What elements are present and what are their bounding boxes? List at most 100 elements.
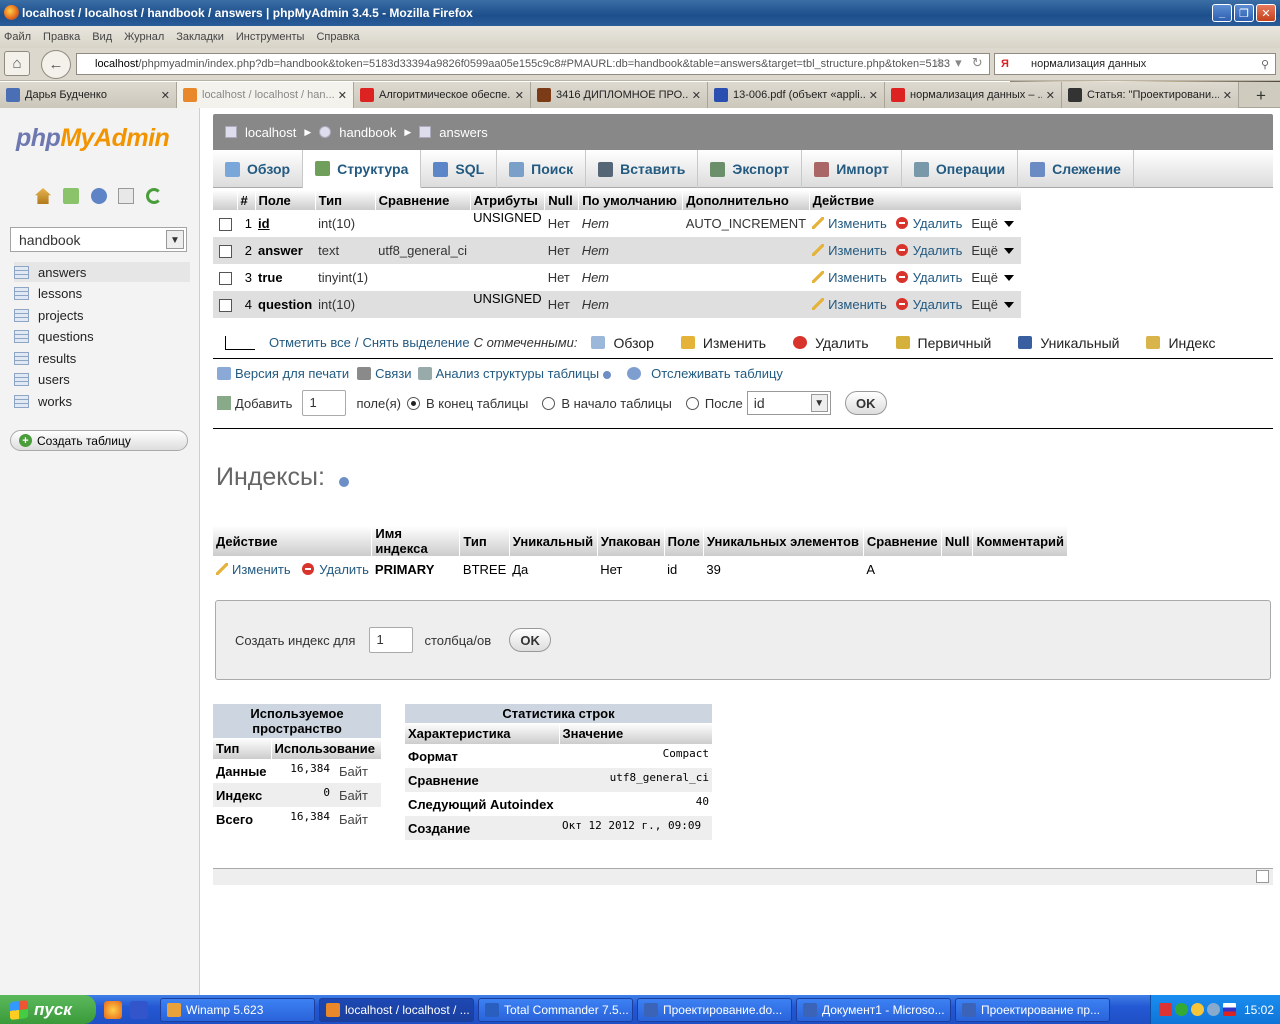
save-icon[interactable] [130,1000,148,1019]
field-drop-link[interactable]: Удалить [895,243,962,258]
taskbar-item[interactable]: Документ1 - Microso... [796,997,951,1022]
browser-tab[interactable]: localhost / localhost / han... ✕ [177,82,354,108]
firefox-icon[interactable] [104,1000,122,1019]
taskbar-item[interactable]: Проектирование.do... [637,997,792,1022]
browser-tab[interactable]: нормализация данных – ... ✕ [885,82,1062,108]
breadcrumb-database[interactable]: handbook [319,125,396,140]
sidebar-table-users[interactable]: users [14,370,190,390]
row-checkbox[interactable] [218,299,232,313]
sidebar-table-works[interactable]: works [14,391,190,411]
tab-browse[interactable]: Обзор [213,150,304,188]
tab-close-icon[interactable]: ✕ [161,89,170,102]
tab-close-icon[interactable]: ✕ [1223,89,1232,102]
help-icon[interactable] [603,371,612,379]
field-more-dropdown[interactable]: Ещё [971,216,1014,231]
radio-after[interactable] [685,396,699,410]
create-table-button[interactable]: + Создать таблицу [10,430,188,451]
browser-tab[interactable]: Алгоритмическое обеспе... ✕ [354,82,531,108]
tab-export[interactable]: Экспорт [698,150,803,188]
magnifier-icon[interactable]: ⚲ [1261,58,1269,71]
tab-insert[interactable]: Вставить [586,150,699,188]
after-field-select[interactable]: id ▼ [746,391,831,415]
field-edit-link[interactable]: Изменить [812,216,887,231]
docs-icon[interactable] [118,188,134,204]
selected-unique-button[interactable]: Уникальный [1018,335,1119,351]
browser-tab[interactable]: Статья: "Проектировани... ✕ [1062,82,1239,108]
taskbar-item[interactable]: Winamp 5.623 [160,997,315,1022]
print-view-link[interactable]: Версия для печати [235,366,349,381]
minimize-button[interactable]: _ [1212,4,1232,22]
row-checkbox[interactable] [218,245,232,259]
menu-tools[interactable]: Инструменты [236,31,305,43]
browser-tab[interactable]: 13-006.pdf (объект «appli... ✕ [708,82,885,108]
back-button[interactable]: ← [41,50,71,79]
tab-structure[interactable]: Структура [303,150,422,188]
tray-icon-3[interactable] [1191,1003,1204,1016]
row-checkbox[interactable] [218,218,232,232]
tab-close-icon[interactable]: ✕ [692,89,701,102]
breadcrumb-server[interactable]: localhost [225,125,296,140]
dropdown-icon[interactable]: ▾ [955,55,962,73]
index-edit-link[interactable]: Изменить [216,562,291,577]
tab-tracking[interactable]: Слежение [1018,150,1134,188]
field-drop-link[interactable]: Удалить [895,216,962,231]
relations-link[interactable]: Связи [375,366,411,381]
menu-help[interactable]: Справка [316,31,359,43]
track-table-link[interactable]: Отслеживать таблицу [651,366,783,381]
tab-close-icon[interactable]: ✕ [1046,89,1055,102]
exit-icon[interactable] [63,188,79,204]
tab-close-icon[interactable]: ✕ [869,89,878,102]
check-all-link[interactable]: Отметить все [269,335,351,350]
selected-primary-button[interactable]: Первичный [895,335,991,351]
tab-operations[interactable]: Операции [902,150,1019,188]
field-drop-link[interactable]: Удалить [895,270,962,285]
database-select[interactable]: handbook ▼ [10,227,187,252]
index-columns-input[interactable]: 1 [369,627,414,653]
close-button[interactable]: ✕ [1256,4,1276,22]
tab-close-icon[interactable]: ✕ [515,89,524,102]
uncheck-all-link[interactable]: Снять выделение [362,335,469,350]
taskbar-item[interactable]: Total Commander 7.5... [478,997,633,1022]
new-window-icon[interactable] [1256,870,1269,883]
language-flag-icon[interactable] [1223,1003,1236,1016]
row-checkbox[interactable] [218,272,232,286]
menu-history[interactable]: Журнал [124,31,164,43]
sidebar-table-lessons[interactable]: lessons [14,284,190,304]
radio-at-end[interactable] [406,396,420,410]
field-edit-link[interactable]: Изменить [812,243,887,258]
star-icon[interactable]: ☆ [933,55,945,73]
menu-edit[interactable]: Правка [43,31,80,43]
taskbar-item[interactable]: Проектирование пр... [955,997,1110,1022]
field-more-dropdown[interactable]: Ещё [971,297,1014,312]
taskbar-item[interactable]: localhost / localhost / ... [319,997,474,1022]
reload-icon[interactable] [146,188,162,204]
new-tab-icon[interactable]: + [1256,86,1266,106]
selected-edit-button[interactable]: Изменить [680,335,766,351]
tab-sql[interactable]: SQL [421,150,498,188]
create-index-ok-button[interactable]: OK [509,628,552,652]
col-header-field[interactable]: Поле [255,190,316,210]
search-input[interactable]: Я нормализация данных ⚲ [994,53,1276,75]
breadcrumb-table[interactable]: answers [419,125,488,140]
sidebar-table-answers[interactable]: answers [14,262,190,282]
phpmyadmin-logo[interactable]: phpMyAdmin [16,124,170,153]
selected-drop-button[interactable]: Удалить [793,335,869,351]
sidebar-table-questions[interactable]: questions [14,327,190,347]
tray-icon-2[interactable] [1175,1003,1188,1016]
tab-search[interactable]: Поиск [497,150,587,188]
field-drop-link[interactable]: Удалить [895,297,962,312]
field-more-dropdown[interactable]: Ещё [971,243,1014,258]
help-icon[interactable] [338,477,349,487]
maximize-button[interactable]: ❐ [1234,4,1254,22]
browser-tab[interactable]: 3416 ДИПЛОМНОЕ ПРО... ✕ [531,82,708,108]
tab-import[interactable]: Импорт [802,150,902,188]
selected-browse-button[interactable]: Обзор [591,335,654,351]
tab-close-icon[interactable]: ✕ [338,89,347,102]
url-input[interactable]: localhost/phpmyadmin/index.php?db=handbo… [76,53,990,75]
menu-view[interactable]: Вид [92,31,112,43]
selected-index-button[interactable]: Индекс [1146,335,1216,351]
home-icon[interactable]: ⌂ [4,51,30,76]
field-edit-link[interactable]: Изменить [812,270,887,285]
tray-icon-1[interactable] [1159,1003,1172,1016]
field-more-dropdown[interactable]: Ещё [971,270,1014,285]
